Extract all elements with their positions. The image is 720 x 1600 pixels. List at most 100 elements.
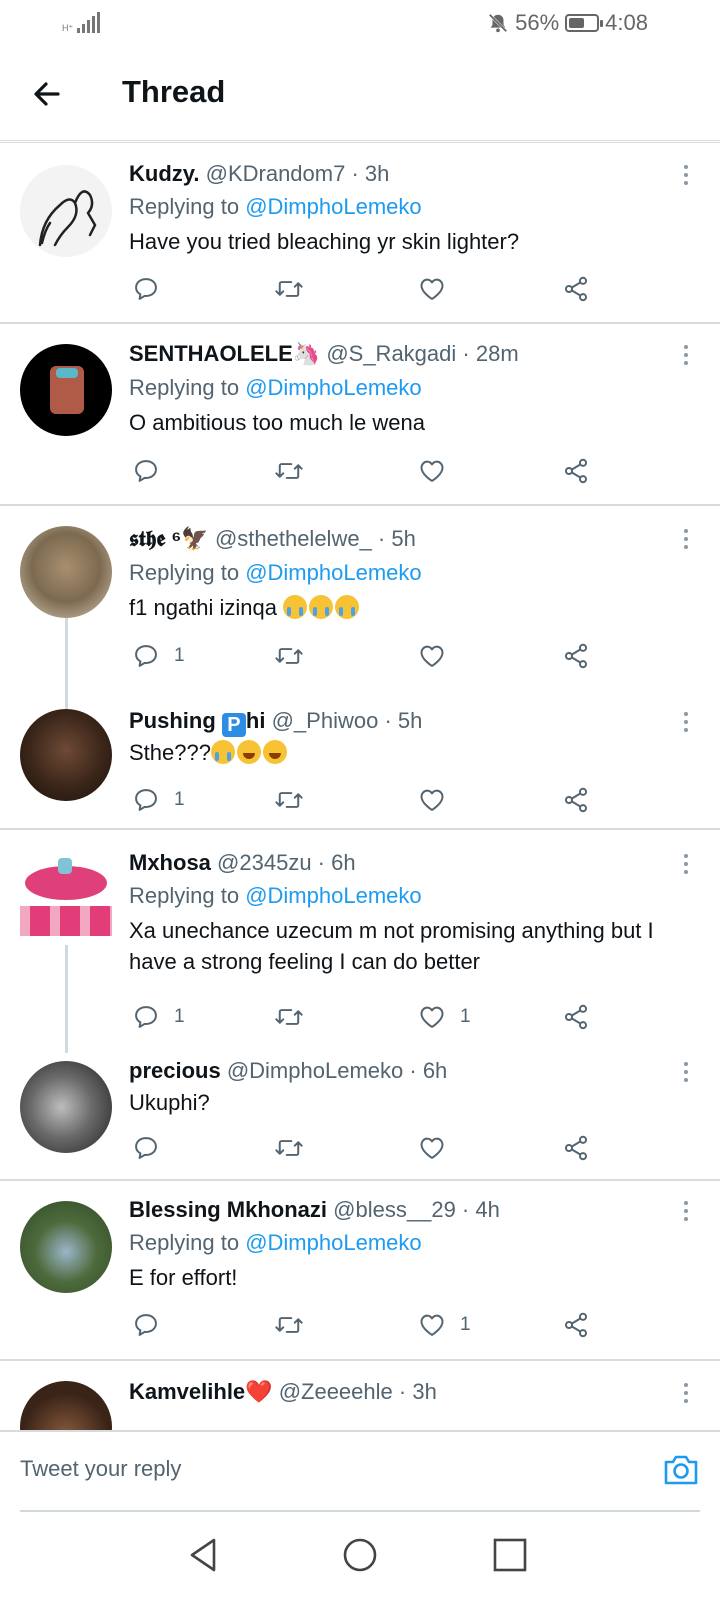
author-name[interactable]: Mxhosa — [129, 850, 211, 875]
author-name[interactable]: precious — [129, 1058, 221, 1083]
like-button[interactable] — [418, 786, 460, 814]
mention-link[interactable]: @DimphoLemeko — [245, 375, 421, 400]
avatar[interactable] — [20, 1381, 112, 1430]
tweet-text: Xa unechance uzecum m not promising anyt… — [129, 918, 654, 974]
more-vertical-icon[interactable] — [684, 345, 690, 369]
network-type: H⁺ — [62, 23, 74, 33]
reply-button[interactable]: 1 — [132, 642, 185, 670]
author-name[interactable]: SENTHAOLELE🦄 — [129, 341, 320, 366]
share-icon — [564, 1312, 588, 1338]
tweet[interactable]: Kudzy. @KDrandom7 · 3h Replying to @Dimp… — [0, 145, 720, 323]
more-vertical-icon[interactable] — [684, 1201, 690, 1225]
mention-link[interactable]: @DimphoLemeko — [245, 883, 421, 908]
author-handle[interactable]: @sthethelelwe_ — [215, 526, 372, 551]
tweet[interactable]: Blessing Mkhonazi @bless__29 · 4h Replyi… — [0, 1181, 720, 1359]
author-handle[interactable]: @Zeeeehle — [279, 1379, 393, 1404]
reply-button[interactable]: 1 — [132, 786, 185, 814]
tweet[interactable]: Pushing Phi @_Phiwoo · 5h Sthe??? 1 — [0, 684, 720, 828]
author-name[interactable]: Kudzy. — [129, 161, 199, 186]
replying-label: Replying to — [129, 375, 240, 400]
avatar[interactable] — [20, 850, 112, 942]
timestamp: 4h — [475, 1197, 500, 1222]
reply-button[interactable] — [132, 275, 174, 303]
author-name[interactable]: Pushing — [129, 708, 216, 733]
share-button[interactable] — [562, 457, 590, 485]
author-handle[interactable]: @DimphoLemeko — [227, 1058, 403, 1083]
retweet-button[interactable] — [274, 1311, 304, 1339]
author-handle[interactable]: @KDrandom7 — [206, 161, 346, 186]
mention-link[interactable]: @DimphoLemeko — [245, 194, 421, 219]
more-vertical-icon[interactable] — [684, 165, 690, 189]
circle-home-icon[interactable] — [337, 1532, 383, 1578]
tweet-body: f1 ngathi izinqa — [129, 592, 689, 623]
reply-composer[interactable]: Tweet your reply — [0, 1430, 720, 1512]
timestamp: 6h — [331, 850, 356, 875]
share-icon — [564, 1135, 588, 1161]
retweet-button[interactable] — [274, 275, 304, 303]
reply-button[interactable] — [132, 457, 174, 485]
square-recents-icon[interactable] — [487, 1532, 533, 1578]
crying-emoji-icon — [309, 595, 334, 619]
like-button[interactable] — [418, 642, 460, 670]
avatar[interactable] — [20, 709, 112, 801]
clock: 4:08 — [605, 10, 648, 35]
avatar[interactable] — [20, 526, 112, 618]
like-count: 1 — [460, 1006, 471, 1027]
tweet[interactable]: 𝖘𝖙𝖍𝖊 ⁶🦅 @sthethelelwe_ · 5h Replying to … — [0, 506, 720, 684]
more-vertical-icon[interactable] — [684, 1062, 690, 1086]
share-button[interactable] — [562, 275, 590, 303]
share-button[interactable] — [562, 1134, 590, 1162]
system-nav-bar — [0, 1512, 720, 1600]
parking-badge-icon: P — [221, 713, 246, 737]
avatar[interactable] — [20, 1061, 112, 1153]
share-button[interactable] — [562, 1003, 590, 1031]
reply-feed: Kudzy. @KDrandom7 · 3h Replying to @Dimp… — [0, 145, 720, 1430]
like-button[interactable] — [418, 457, 460, 485]
avatar[interactable] — [20, 1201, 112, 1293]
timestamp: 3h — [364, 161, 390, 186]
share-icon — [564, 643, 588, 669]
avatar[interactable] — [20, 165, 112, 257]
like-button[interactable] — [418, 1134, 460, 1162]
timestamp: 5h — [397, 708, 423, 733]
mention-link[interactable]: @DimphoLemeko — [245, 560, 421, 585]
share-button[interactable] — [562, 642, 590, 670]
retweet-button[interactable] — [274, 1003, 304, 1031]
camera-icon[interactable] — [662, 1452, 700, 1488]
reply-input[interactable]: Tweet your reply — [20, 1456, 181, 1482]
tweet[interactable]: precious @DimphoLemeko · 6h Ukuphi? — [0, 1046, 720, 1179]
retweet-button[interactable] — [274, 457, 304, 485]
reply-count: 1 — [174, 1006, 185, 1027]
author-name[interactable]: Blessing Mkhonazi — [129, 1197, 327, 1222]
author-name[interactable]: 𝖘𝖙𝖍𝖊 ⁶🦅 — [129, 526, 209, 551]
mention-link[interactable]: @DimphoLemeko — [245, 1230, 421, 1255]
arrow-left-icon[interactable] — [28, 74, 68, 114]
triangle-back-icon[interactable] — [180, 1532, 226, 1578]
more-vertical-icon[interactable] — [684, 1383, 690, 1407]
like-button[interactable] — [418, 275, 460, 303]
retweet-button[interactable] — [274, 1134, 304, 1162]
reply-button[interactable] — [132, 1134, 174, 1162]
more-vertical-icon[interactable] — [684, 854, 690, 878]
author-name[interactable]: Kamvelihle❤️ — [129, 1379, 273, 1404]
comment-icon — [135, 789, 157, 811]
reply-button[interactable]: 1 — [132, 1003, 185, 1031]
author-handle[interactable]: @2345zu — [217, 850, 312, 875]
more-vertical-icon[interactable] — [684, 529, 690, 553]
share-button[interactable] — [562, 786, 590, 814]
heart-icon — [420, 1314, 444, 1336]
tweet[interactable]: SENTHAOLELE🦄 @S_Rakgadi · 28m Replying t… — [0, 324, 720, 504]
tweet[interactable]: Mxhosa @2345zu · 6h Replying to @DimphoL… — [0, 830, 720, 1046]
author-handle[interactable]: @S_Rakgadi — [326, 341, 456, 366]
avatar[interactable] — [20, 344, 112, 436]
author-handle[interactable]: @bless__29 — [333, 1197, 456, 1222]
author-handle[interactable]: @_Phiwoo — [272, 708, 379, 733]
like-button[interactable]: 1 — [418, 1311, 471, 1339]
retweet-button[interactable] — [274, 642, 304, 670]
more-vertical-icon[interactable] — [684, 712, 690, 736]
tweet[interactable]: Kamvelihle❤️ @Zeeeehle · 3h — [0, 1361, 720, 1430]
share-button[interactable] — [562, 1311, 590, 1339]
retweet-button[interactable] — [274, 786, 304, 814]
like-button[interactable]: 1 — [418, 1003, 471, 1031]
reply-button[interactable] — [132, 1311, 174, 1339]
